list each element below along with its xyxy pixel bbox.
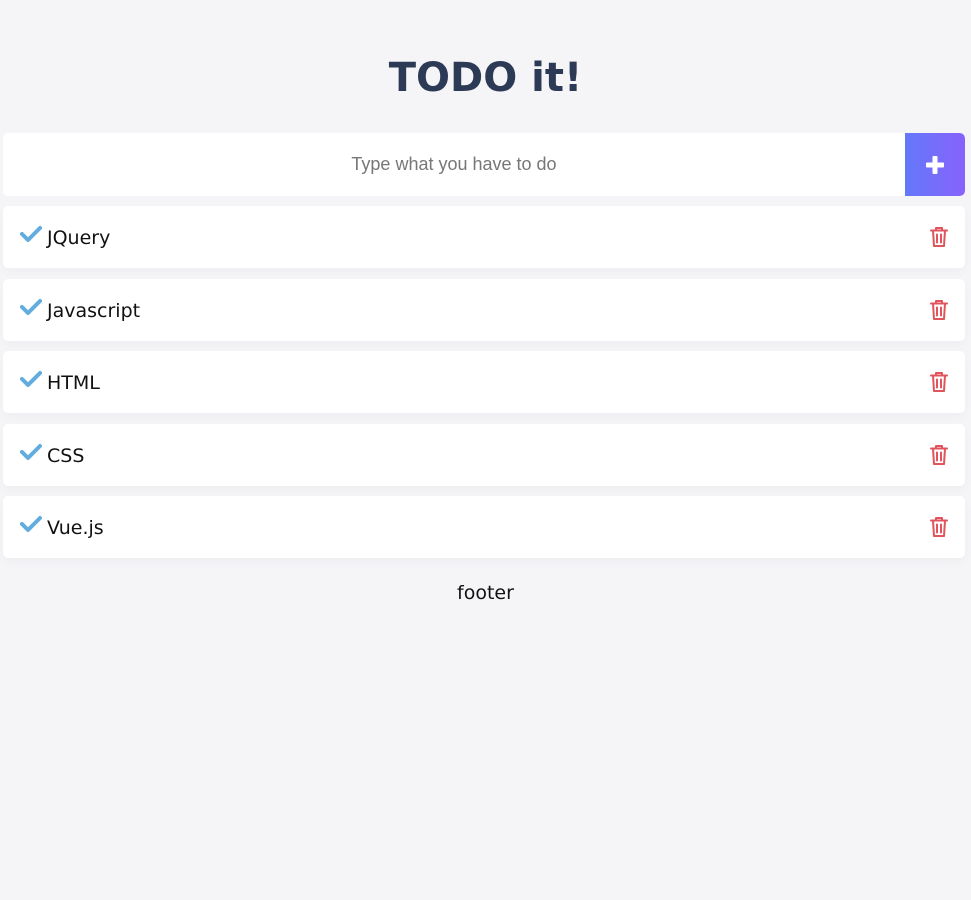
footer: footer bbox=[457, 582, 514, 604]
trash-icon[interactable] bbox=[930, 299, 948, 321]
todo-item-text: CSS bbox=[47, 444, 85, 467]
page-title: TODO it! bbox=[388, 55, 583, 101]
todo-item: Vue.js bbox=[3, 496, 965, 558]
todo-item-text: Vue.js bbox=[47, 517, 104, 539]
trash-icon[interactable] bbox=[930, 444, 948, 466]
todo-app: TODO it! JQuery Jav bbox=[0, 0, 971, 900]
todo-item: JQuery bbox=[3, 206, 965, 268]
todo-item-text: HTML bbox=[47, 372, 100, 394]
todo-item-text: JQuery bbox=[47, 227, 111, 249]
check-icon[interactable] bbox=[20, 225, 42, 243]
check-icon[interactable] bbox=[20, 298, 42, 316]
trash-icon[interactable] bbox=[930, 371, 948, 393]
check-icon[interactable] bbox=[20, 443, 42, 461]
todo-input-container bbox=[3, 133, 965, 196]
todo-item: Javascript bbox=[3, 278, 965, 341]
todo-list: JQuery Javascript HTML CSS Vue.js bbox=[3, 206, 965, 569]
plus-icon bbox=[926, 155, 944, 174]
check-icon[interactable] bbox=[20, 515, 42, 533]
trash-icon[interactable] bbox=[930, 226, 948, 248]
add-todo-button[interactable] bbox=[905, 133, 965, 196]
trash-icon[interactable] bbox=[930, 516, 948, 538]
todo-item-text: Javascript bbox=[47, 299, 141, 322]
todo-item: HTML bbox=[3, 351, 965, 413]
todo-item: CSS bbox=[3, 423, 965, 486]
check-icon[interactable] bbox=[20, 370, 42, 388]
todo-input[interactable] bbox=[3, 133, 905, 196]
